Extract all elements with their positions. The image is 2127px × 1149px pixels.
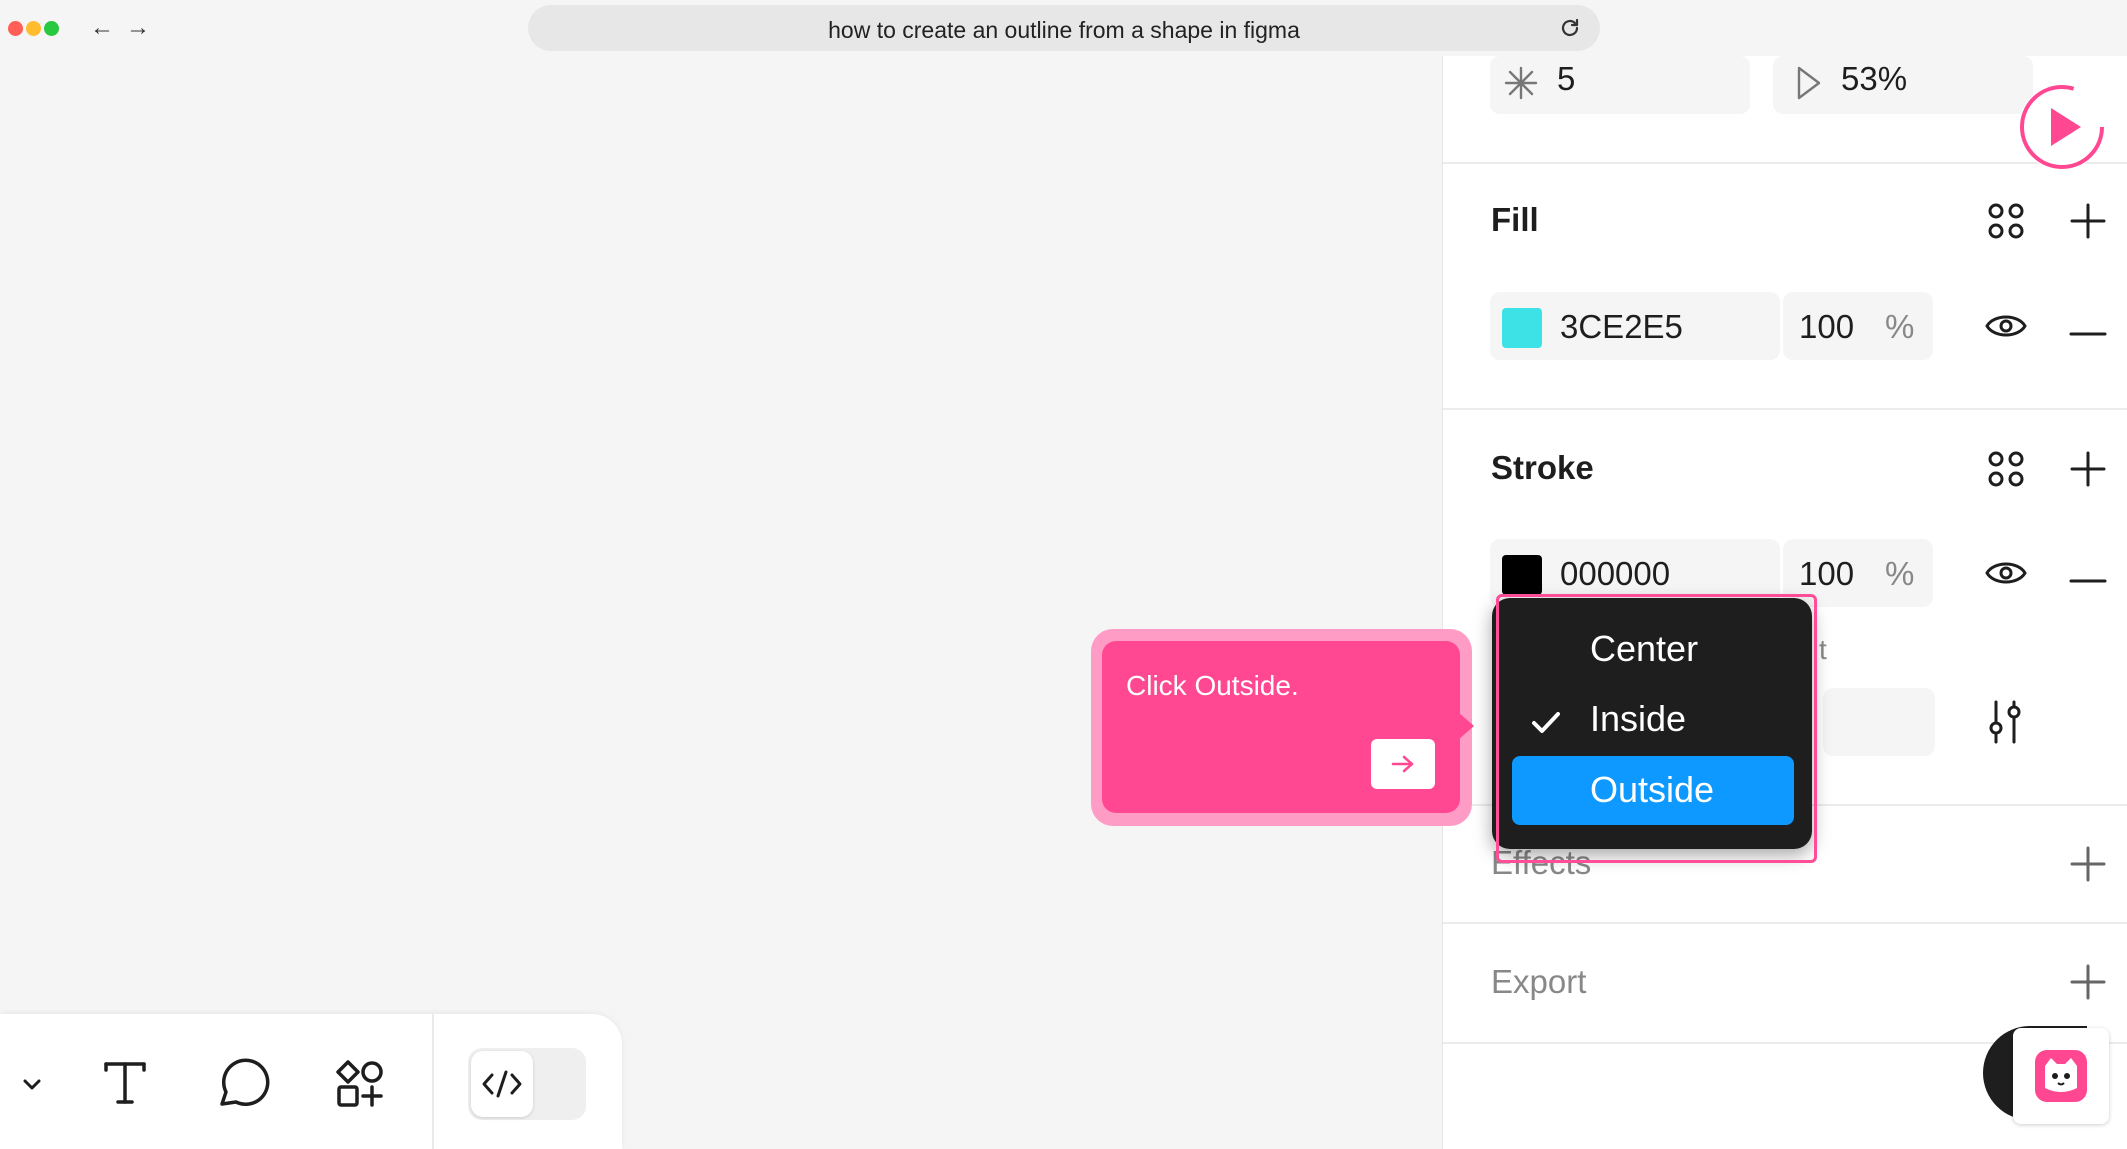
- minimize-window-icon[interactable]: [26, 21, 41, 36]
- stroke-opacity-unit: %: [1885, 555, 1915, 592]
- fill-opacity-value: 100: [1799, 308, 1855, 345]
- code-icon: [482, 1070, 522, 1098]
- add-fill-icon[interactable]: [2069, 202, 2107, 245]
- ratio-icon: [1791, 64, 1827, 107]
- fill-opacity-field[interactable]: 100 %: [1783, 292, 1933, 360]
- remove-fill-icon[interactable]: [2069, 324, 2107, 342]
- stroke-hex-value: 000000: [1560, 555, 1671, 592]
- fill-title: Fill: [1491, 201, 1539, 238]
- url-text: how to create an outline from a shape in…: [828, 17, 1300, 43]
- design-canvas[interactable]: [0, 56, 1442, 1149]
- ratio-field[interactable]: 53%: [1773, 56, 2033, 114]
- style-grid-icon[interactable]: [1986, 201, 2026, 246]
- stroke-position-label: t: [1819, 634, 1827, 665]
- chevron-down-icon[interactable]: [22, 1078, 42, 1097]
- dropdown-option-inside[interactable]: Inside: [1492, 698, 1812, 748]
- asterisk-icon: [1502, 64, 1540, 107]
- text-tool-icon[interactable]: [100, 1058, 150, 1113]
- back-arrow-icon[interactable]: ←: [90, 14, 114, 42]
- toolbar-divider: [432, 1014, 434, 1149]
- helper-cat-button[interactable]: [2013, 1028, 2109, 1124]
- dev-mode-button[interactable]: [471, 1051, 533, 1117]
- fill-swatch[interactable]: [1502, 308, 1542, 348]
- reload-icon[interactable]: [1558, 16, 1582, 45]
- cat-icon: [2035, 1050, 2087, 1102]
- style-grid-icon[interactable]: [1986, 449, 2026, 494]
- fill-hex-value: 3CE2E5: [1560, 308, 1683, 345]
- components-tool-icon[interactable]: [334, 1058, 386, 1115]
- callout-next-button[interactable]: [1371, 739, 1435, 789]
- remove-stroke-icon[interactable]: [2069, 571, 2107, 589]
- stroke-swatch[interactable]: [1502, 555, 1542, 595]
- fill-opacity-unit: %: [1885, 308, 1915, 345]
- stroke-position-dropdown: Center Inside Outside: [1492, 598, 1812, 849]
- comment-tool-icon[interactable]: [216, 1058, 270, 1115]
- record-play-button[interactable]: [2019, 84, 2105, 170]
- export-title: Export: [1491, 963, 1587, 1000]
- visibility-eye-icon[interactable]: [1984, 306, 2028, 351]
- maximize-window-icon[interactable]: [44, 21, 59, 36]
- ratio-value: 53%: [1841, 60, 1908, 97]
- add-export-icon[interactable]: [2069, 963, 2107, 1006]
- close-window-icon[interactable]: [8, 21, 23, 36]
- browser-toolbar: ← → how to create an outline from a shap…: [0, 0, 2127, 56]
- add-stroke-icon[interactable]: [2069, 450, 2107, 493]
- dropdown-option-center[interactable]: Center: [1492, 628, 1812, 678]
- callout-text: Click Outside.: [1126, 670, 1299, 701]
- stroke-title: Stroke: [1491, 449, 1594, 486]
- star-count-value: 5: [1557, 60, 1576, 97]
- stroke-settings-sliders-icon[interactable]: [1986, 698, 2026, 751]
- stroke-opacity-value: 100: [1799, 555, 1855, 592]
- fill-color-field[interactable]: 3CE2E5: [1490, 292, 1780, 360]
- visibility-eye-icon[interactable]: [1984, 553, 2028, 598]
- effects-title: Effects: [1491, 844, 1592, 881]
- callout-pointer: [1458, 712, 1474, 740]
- star-count-field[interactable]: 5: [1490, 56, 1750, 114]
- address-bar[interactable]: how to create an outline from a shape in…: [528, 5, 1600, 51]
- add-effect-icon[interactable]: [2069, 845, 2107, 888]
- arrow-right-icon: [1391, 755, 1414, 773]
- stroke-opacity-field[interactable]: 100 %: [1783, 539, 1933, 607]
- forward-arrow-icon[interactable]: →: [126, 14, 150, 42]
- stroke-weight-field[interactable]: [1823, 688, 1935, 756]
- checkmark-icon: [1530, 704, 1562, 746]
- dropdown-option-outside[interactable]: Outside: [1512, 756, 1794, 825]
- stroke-color-field[interactable]: 000000: [1490, 539, 1780, 607]
